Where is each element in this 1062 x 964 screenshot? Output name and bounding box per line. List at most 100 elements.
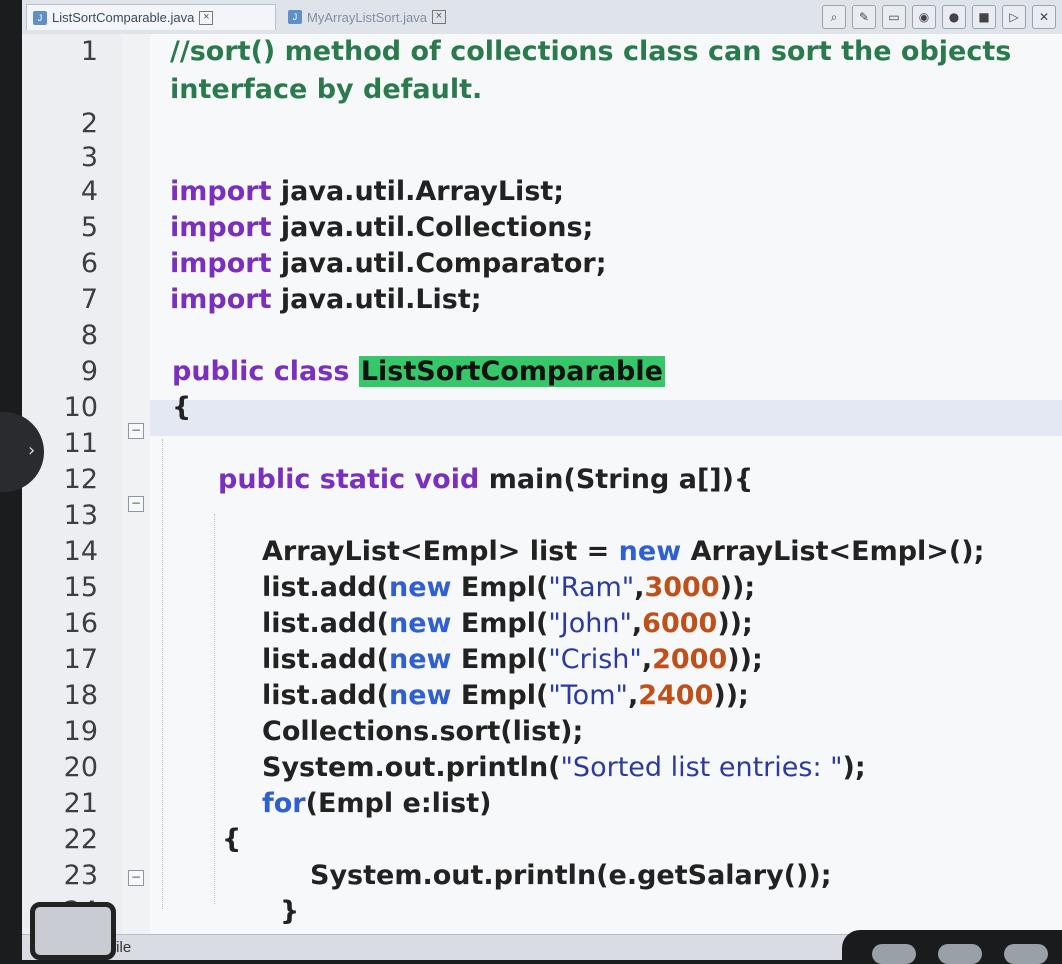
java-file-icon: J xyxy=(288,10,302,24)
code-line[interactable]: 17 list.add(new Empl("Crish",2000)); xyxy=(22,644,1062,678)
line-number: 15 xyxy=(63,572,98,603)
edit-icon[interactable]: ✎ xyxy=(852,5,876,29)
code-line[interactable]: 23 System.out.println(e.getSalary()); xyxy=(22,860,1062,894)
code-line[interactable]: 10 { xyxy=(22,392,1062,426)
search-icon[interactable]: ⌕ xyxy=(822,5,846,29)
code-text: interface by default. xyxy=(170,74,482,105)
code-text: System.out.println("Sorted list entries:… xyxy=(262,752,866,783)
line-number: 8 xyxy=(80,320,98,351)
code-line[interactable]: 1 //sort() method of collections class ca… xyxy=(22,36,1062,70)
line-number: 9 xyxy=(80,356,98,387)
code-line[interactable]: 24} xyxy=(22,896,1062,930)
code-text: } xyxy=(280,896,299,927)
code-token: interface by default. xyxy=(170,74,483,105)
code-token: )); xyxy=(719,572,756,603)
code-token: )); xyxy=(727,644,763,675)
line-number: 19 xyxy=(63,716,98,747)
code-line[interactable]: 6 import java.util.Comparator; xyxy=(22,248,1062,282)
code-text: { xyxy=(222,824,241,855)
code-token: new xyxy=(388,644,461,675)
taskbar-button[interactable] xyxy=(938,944,982,964)
line-number: 5 xyxy=(80,212,98,243)
close-icon[interactable]: × xyxy=(199,10,214,25)
taskbar-button[interactable] xyxy=(872,944,916,964)
code-text: public class ListSortComparable xyxy=(172,356,665,387)
code-token: public class xyxy=(172,356,359,387)
code-line[interactable]: 13 xyxy=(22,500,1062,534)
line-number: 7 xyxy=(80,284,98,315)
code-token: new xyxy=(388,608,461,639)
code-token: 6000 xyxy=(642,608,718,639)
close-icon[interactable]: × xyxy=(431,10,446,24)
code-line[interactable]: 3 xyxy=(22,142,1062,176)
code-token: ArrayList<Empl> list = xyxy=(262,536,619,567)
code-token: ArrayList<Empl>(); xyxy=(690,536,985,567)
taskbar-button[interactable] xyxy=(1004,944,1048,964)
editor-tab-bar: J ListSortComparable.java × J MyArrayLis… xyxy=(22,0,1062,35)
code-token: Empl( xyxy=(460,680,549,711)
code-text: { xyxy=(172,392,191,423)
code-line[interactable]: 20 System.out.println("Sorted list entrie… xyxy=(22,752,1062,786)
close-icon[interactable]: ✕ xyxy=(1032,5,1056,29)
code-line[interactable]: 15 list.add(new Empl("Ram",3000)); xyxy=(22,572,1062,606)
code-text: import java.util.ArrayList; xyxy=(170,176,564,207)
code-line[interactable]: 4 import java.util.ArrayList; xyxy=(22,176,1062,210)
code-token: for xyxy=(262,788,306,819)
eye-icon[interactable]: ◉ xyxy=(912,5,936,29)
line-number: 6 xyxy=(80,248,98,279)
code-line[interactable]: 8 xyxy=(22,320,1062,354)
code-token: //sort() method of collections class can… xyxy=(170,36,1012,67)
code-line[interactable]: 22 { xyxy=(22,824,1062,858)
play-icon[interactable]: ▷ xyxy=(1002,5,1026,29)
line-number: 20 xyxy=(63,752,98,783)
code-text: list.add(new Empl("Crish",2000)); xyxy=(262,644,763,675)
line-number: 22 xyxy=(63,824,98,855)
line-number: 10 xyxy=(63,392,98,423)
tab-listsortcomparable[interactable]: J ListSortComparable.java × xyxy=(26,4,276,30)
code-token: Empl( xyxy=(460,644,549,675)
code-token: main(String a[]){ xyxy=(488,464,754,495)
tab-myarraylistsort[interactable]: J MyArrayListSort.java × xyxy=(282,4,502,30)
code-editor[interactable]: − − − 1//sort() method of collections cl… xyxy=(22,34,1062,934)
code-token: list.add( xyxy=(262,644,389,675)
code-line[interactable]: 19 Collections.sort(list); xyxy=(22,716,1062,750)
code-line[interactable]: 12 public static void main(String a[]){ xyxy=(22,464,1062,498)
code-line[interactable]: 11 xyxy=(22,428,1062,462)
code-token: Empl( xyxy=(460,572,549,603)
line-number: 2 xyxy=(80,108,98,139)
hardware-button xyxy=(30,902,116,960)
code-text: import java.util.List; xyxy=(170,284,482,315)
code-token: list.add( xyxy=(262,572,389,603)
stop-icon[interactable]: ■ xyxy=(972,5,996,29)
line-number: 3 xyxy=(80,142,98,173)
code-text: list.add(new Empl("Ram",3000)); xyxy=(262,572,755,603)
code-line[interactable]: 18 list.add(new Empl("Tom",2400)); xyxy=(22,680,1062,714)
ide-window: J ListSortComparable.java × J MyArrayLis… xyxy=(22,0,1062,960)
record-icon[interactable]: ● xyxy=(942,5,966,29)
code-line[interactable]: interface by default. xyxy=(22,74,1062,108)
code-token: java.util.List; xyxy=(280,284,482,315)
code-token: , xyxy=(634,572,645,603)
code-token: "John" xyxy=(548,608,632,639)
image-icon[interactable]: ▭ xyxy=(882,5,906,29)
code-token: public static void xyxy=(218,464,489,495)
line-number: 13 xyxy=(63,500,98,531)
code-line[interactable]: 14 ArrayList<Empl> list = new ArrayList<E… xyxy=(22,536,1062,570)
code-text: public static void main(String a[]){ xyxy=(218,464,753,495)
code-line[interactable]: 5 import java.util.Collections; xyxy=(22,212,1062,246)
code-line[interactable]: 2 xyxy=(22,108,1062,142)
line-number: 14 xyxy=(63,536,98,567)
code-text: import java.util.Comparator; xyxy=(170,248,607,279)
code-token: )); xyxy=(713,680,749,711)
code-token: , xyxy=(627,680,639,711)
code-token: (Empl e:list) xyxy=(305,788,492,819)
code-line[interactable]: 9 public class ListSortComparable xyxy=(22,356,1062,390)
code-line[interactable]: 21 for(Empl e:list) xyxy=(22,788,1062,822)
code-token: "Sorted list entries: " xyxy=(560,752,843,783)
code-token: ); xyxy=(842,752,866,783)
code-line[interactable]: 16 list.add(new Empl("John",6000)); xyxy=(22,608,1062,642)
code-text: for(Empl e:list) xyxy=(262,788,491,819)
line-number: 17 xyxy=(63,644,98,675)
code-token: list.add( xyxy=(262,680,389,711)
code-line[interactable]: 7 import java.util.List; xyxy=(22,284,1062,318)
